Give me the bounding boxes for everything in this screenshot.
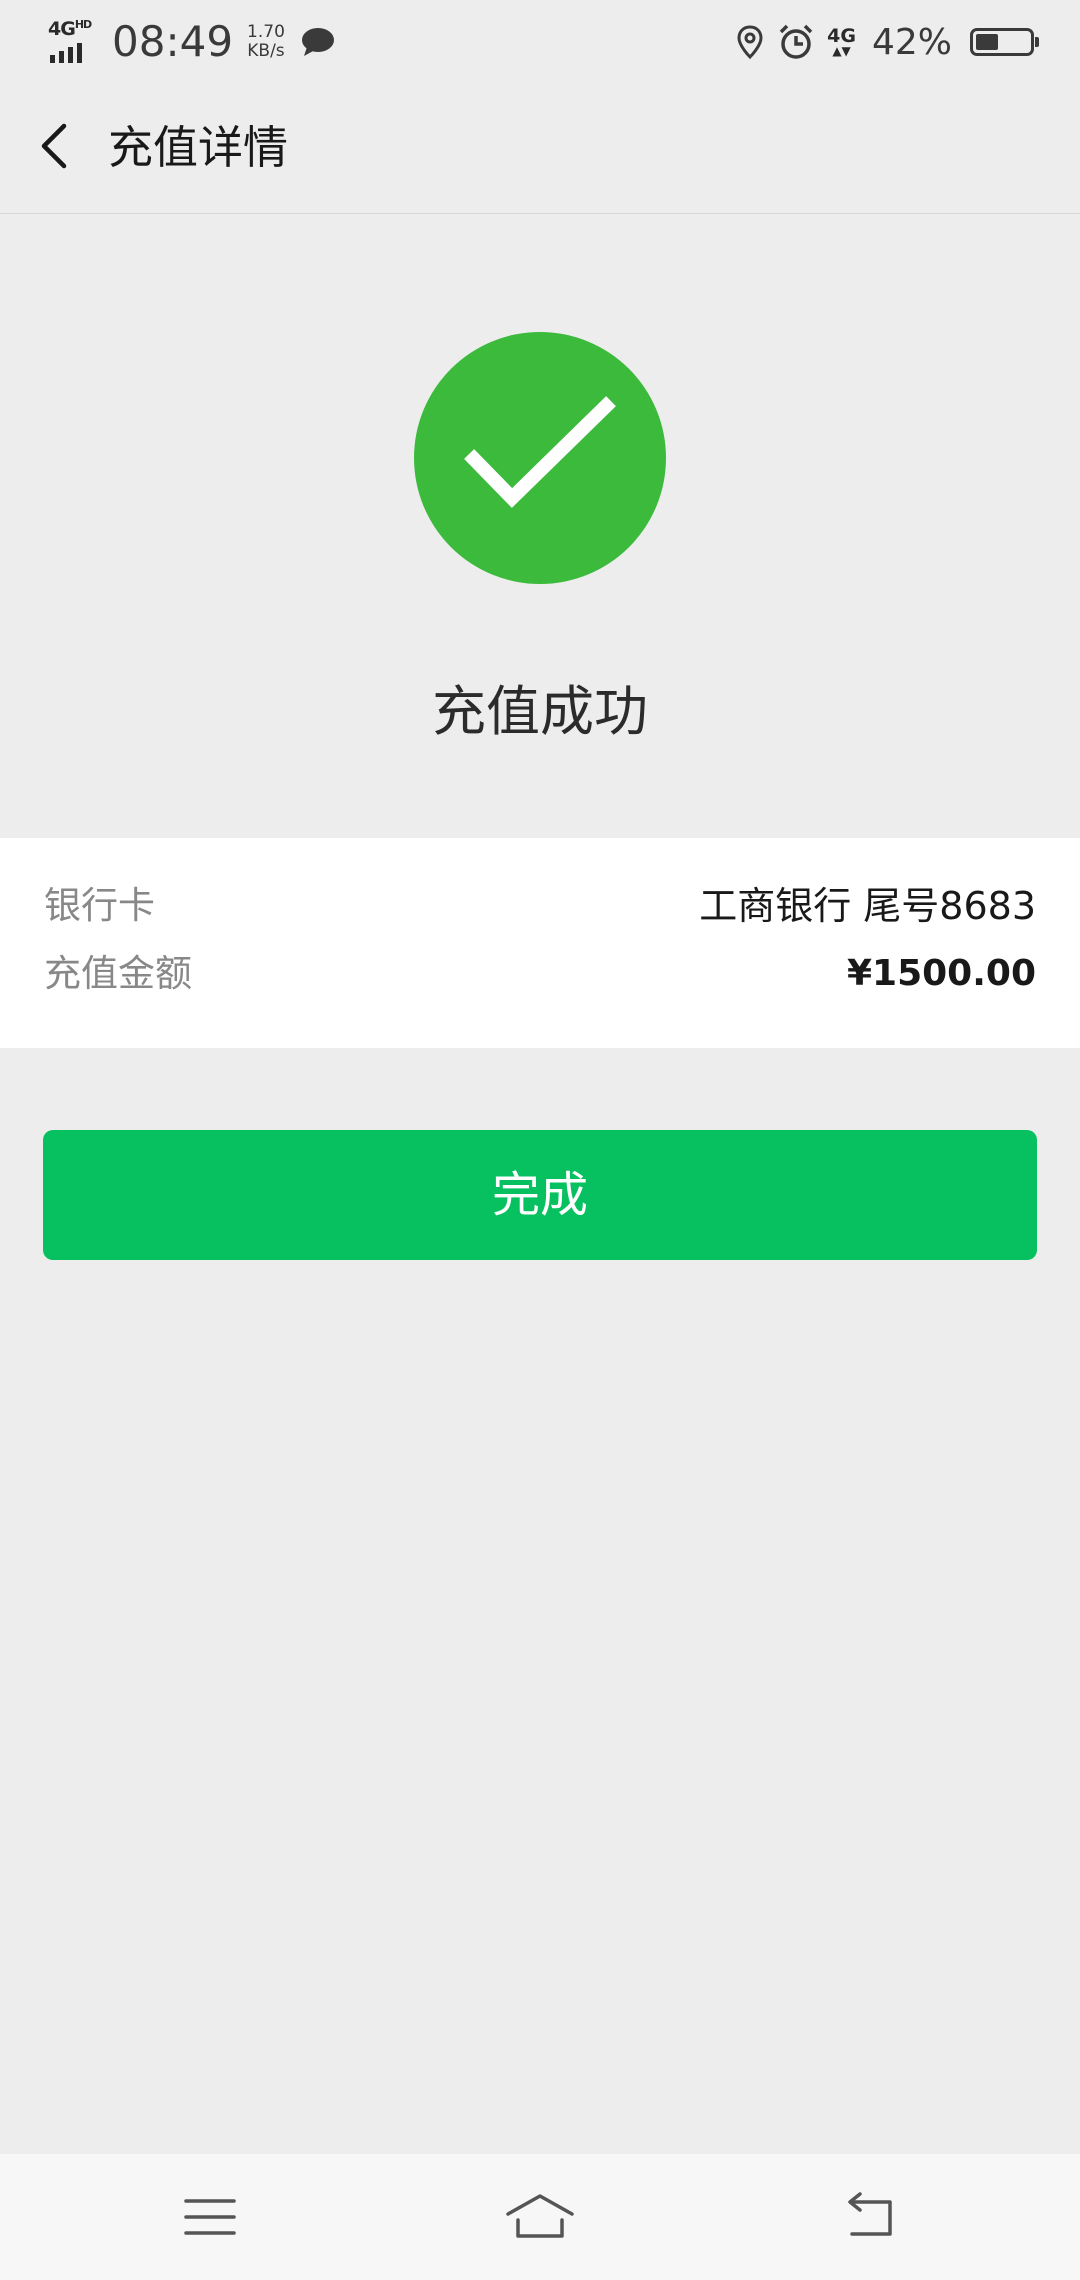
detail-row-bank-card: 银行卡 工商银行 尾号8683	[44, 876, 1036, 936]
back-button[interactable]	[26, 114, 86, 178]
data-transfer-icon: 4G ▲▼	[827, 25, 856, 58]
page-title: 充值详情	[108, 121, 289, 174]
detail-card: 银行卡 工商银行 尾号8683 充值金额 ¥1500.00	[0, 838, 1080, 1048]
nav-home-button[interactable]	[500, 2184, 580, 2250]
speed-value: 1.70	[247, 22, 285, 42]
network-speed: 1.70 KB/s	[247, 23, 285, 61]
amount-label: 充值金额	[44, 952, 192, 995]
check-circle-icon	[414, 332, 666, 584]
nav-back-button[interactable]	[830, 2184, 910, 2250]
status-bar: 4GHD 08:49 1.70 KB/s 4G ▲▼ 42%	[0, 0, 1080, 84]
location-icon	[737, 25, 763, 60]
menu-icon	[184, 2199, 236, 2235]
battery-fill	[976, 34, 998, 50]
battery-percent: 42%	[871, 21, 952, 63]
bank-card-label: 银行卡	[44, 884, 155, 927]
status-bar-left: 4GHD 08:49 1.70 KB/s	[48, 14, 335, 70]
signal-icon: 4GHD	[48, 19, 98, 65]
success-title: 充值成功	[432, 680, 648, 743]
alarm-icon	[779, 24, 813, 59]
system-nav-bar	[0, 2154, 1080, 2280]
checkmark-icon	[464, 396, 616, 508]
nav-menu-button[interactable]	[170, 2184, 250, 2250]
network-hd: HD	[74, 18, 92, 31]
header: 充值详情	[0, 84, 1080, 214]
chat-bubble-icon	[301, 28, 334, 56]
status-time: 08:49	[112, 17, 234, 66]
status-bar-right: 4G ▲▼ 42%	[735, 14, 1039, 70]
battery-icon	[970, 28, 1039, 56]
net-4g-label: 4G	[827, 25, 856, 47]
network-type: 4G	[48, 18, 76, 40]
back-icon	[848, 2192, 892, 2236]
amount-value: ¥1500.00	[846, 953, 1036, 994]
done-button[interactable]: 完成	[43, 1130, 1037, 1260]
bank-card-value: 工商银行 尾号8683	[699, 884, 1036, 928]
chevron-left-icon	[41, 123, 67, 169]
speed-unit: KB/s	[247, 41, 285, 61]
home-icon	[506, 2194, 574, 2238]
detail-row-amount: 充值金额 ¥1500.00	[44, 944, 1036, 1004]
